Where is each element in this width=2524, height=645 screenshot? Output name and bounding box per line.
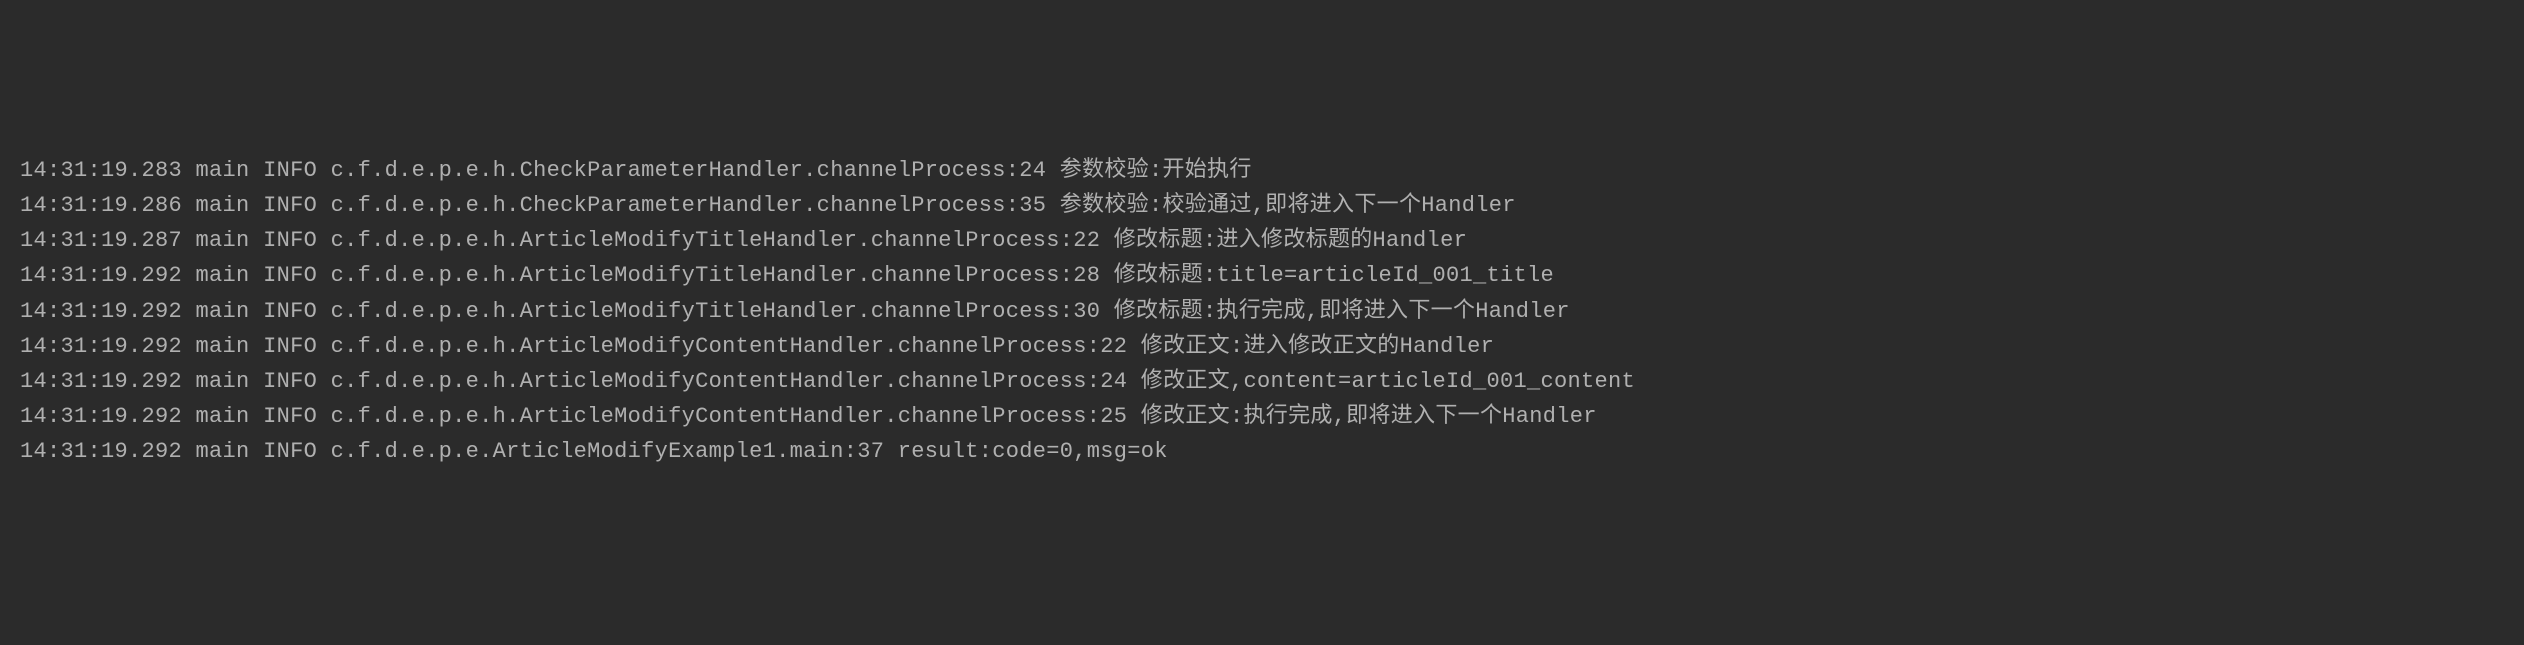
log-location: c.f.d.e.p.e.h.ArticleModifyContentHandle… (331, 404, 1128, 429)
log-level: INFO (263, 158, 317, 183)
log-timestamp: 14:31:19.286 (20, 193, 182, 218)
log-level: INFO (263, 228, 317, 253)
log-level: INFO (263, 369, 317, 394)
log-message: 修改正文:执行完成,即将进入下一个Handler (1141, 404, 1597, 429)
log-timestamp: 14:31:19.292 (20, 369, 182, 394)
log-message: 修改标题:进入修改标题的Handler (1114, 228, 1467, 253)
log-line: 14:31:19.292 main INFO c.f.d.e.p.e.h.Art… (20, 399, 2504, 434)
log-line: 14:31:19.287 main INFO c.f.d.e.p.e.h.Art… (20, 223, 2504, 258)
log-message: 修改标题:执行完成,即将进入下一个Handler (1114, 299, 1570, 324)
log-level: INFO (263, 299, 317, 324)
log-timestamp: 14:31:19.292 (20, 299, 182, 324)
log-line: 14:31:19.292 main INFO c.f.d.e.p.e.h.Art… (20, 294, 2504, 329)
log-thread: main (196, 263, 250, 288)
log-line: 14:31:19.286 main INFO c.f.d.e.p.e.h.Che… (20, 188, 2504, 223)
log-thread: main (196, 193, 250, 218)
log-level: INFO (263, 263, 317, 288)
log-location: c.f.d.e.p.e.h.ArticleModifyTitleHandler.… (331, 263, 1101, 288)
log-timestamp: 14:31:19.292 (20, 263, 182, 288)
log-location: c.f.d.e.p.e.ArticleModifyExample1.main:3… (331, 439, 885, 464)
log-location: c.f.d.e.p.e.h.CheckParameterHandler.chan… (331, 158, 1047, 183)
log-message: 修改正文:进入修改正文的Handler (1141, 334, 1494, 359)
log-timestamp: 14:31:19.283 (20, 158, 182, 183)
log-output: 14:31:19.283 main INFO c.f.d.e.p.e.h.Che… (20, 153, 2504, 470)
log-location: c.f.d.e.p.e.h.ArticleModifyContentHandle… (331, 369, 1128, 394)
log-location: c.f.d.e.p.e.h.ArticleModifyContentHandle… (331, 334, 1128, 359)
log-thread: main (196, 404, 250, 429)
log-location: c.f.d.e.p.e.h.CheckParameterHandler.chan… (331, 193, 1047, 218)
log-thread: main (196, 334, 250, 359)
log-level: INFO (263, 439, 317, 464)
log-thread: main (196, 439, 250, 464)
log-thread: main (196, 228, 250, 253)
log-location: c.f.d.e.p.e.h.ArticleModifyTitleHandler.… (331, 228, 1101, 253)
log-message: 修改正文,content=articleId_001_content (1141, 369, 1635, 394)
log-message: 参数校验:开始执行 (1060, 158, 1252, 183)
log-level: INFO (263, 334, 317, 359)
log-timestamp: 14:31:19.292 (20, 334, 182, 359)
log-level: INFO (263, 193, 317, 218)
log-line: 14:31:19.292 main INFO c.f.d.e.p.e.h.Art… (20, 364, 2504, 399)
log-timestamp: 14:31:19.292 (20, 439, 182, 464)
log-timestamp: 14:31:19.292 (20, 404, 182, 429)
log-timestamp: 14:31:19.287 (20, 228, 182, 253)
log-message: result:code=0,msg=ok (898, 439, 1168, 464)
log-level: INFO (263, 404, 317, 429)
log-thread: main (196, 299, 250, 324)
log-message: 参数校验:校验通过,即将进入下一个Handler (1060, 193, 1516, 218)
log-line: 14:31:19.292 main INFO c.f.d.e.p.e.Artic… (20, 434, 2504, 469)
log-line: 14:31:19.283 main INFO c.f.d.e.p.e.h.Che… (20, 153, 2504, 188)
log-location: c.f.d.e.p.e.h.ArticleModifyTitleHandler.… (331, 299, 1101, 324)
log-line: 14:31:19.292 main INFO c.f.d.e.p.e.h.Art… (20, 329, 2504, 364)
log-thread: main (196, 158, 250, 183)
log-message: 修改标题:title=articleId_001_title (1114, 263, 1554, 288)
log-line: 14:31:19.292 main INFO c.f.d.e.p.e.h.Art… (20, 258, 2504, 293)
log-thread: main (196, 369, 250, 394)
